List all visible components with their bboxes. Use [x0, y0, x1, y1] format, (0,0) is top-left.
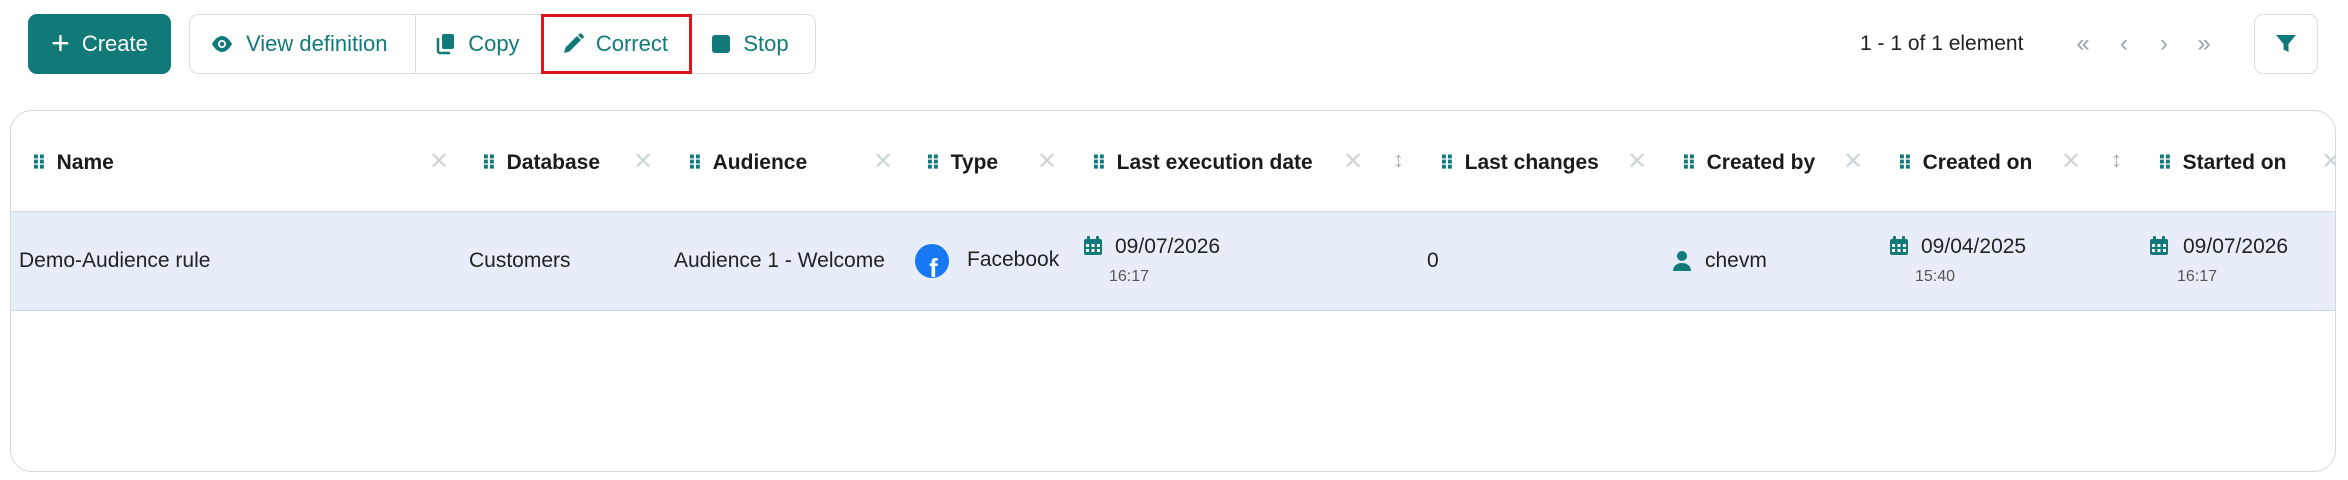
rules-table: ⠿ Name ✕ ⠿ Database ✕ ⠿ Audience ✕ ⠿ Typ…: [10, 110, 2336, 472]
drag-handle-icon[interactable]: ⠿: [481, 151, 497, 176]
cell-created-by: chevm: [1705, 249, 1767, 272]
drag-handle-icon[interactable]: ⠿: [1091, 151, 1107, 176]
previous-page-icon[interactable]: ‹: [2108, 28, 2140, 60]
stop-button[interactable]: Stop: [691, 15, 815, 73]
filter-button[interactable]: [2254, 14, 2318, 74]
create-button-label: Create: [81, 31, 148, 56]
table-row[interactable]: Demo-Audience rule Customers Audience 1 …: [11, 212, 2335, 311]
cell-audience: Audience 1 - Welcome: [674, 249, 885, 272]
drag-handle-icon[interactable]: ⠿: [687, 151, 703, 176]
drag-handle-icon[interactable]: ⠿: [1439, 151, 1455, 176]
column-header-created-by[interactable]: ⠿ Created by: [1681, 149, 1815, 177]
column-clear-icon[interactable]: ✕: [873, 147, 893, 176]
pencil-icon: [563, 33, 584, 53]
cell-database: Customers: [469, 249, 571, 272]
calendar-icon: [2150, 236, 2168, 255]
facebook-icon: f: [915, 244, 949, 278]
cell-last-execution-time: 16:17: [1109, 268, 1150, 285]
column-clear-icon[interactable]: ✕: [429, 147, 449, 176]
view-definition-label: View definition: [246, 31, 388, 56]
filter-icon: [2276, 35, 2296, 52]
drag-handle-icon[interactable]: ⠿: [925, 151, 941, 176]
column-header-audience[interactable]: ⠿ Audience: [687, 149, 807, 177]
column-header-name[interactable]: ⠿ Name: [31, 149, 114, 177]
cell-type: Facebook: [967, 248, 1060, 271]
cell-started-on-time: 16:17: [2177, 268, 2218, 285]
column-clear-icon[interactable]: ✕: [633, 147, 653, 176]
copy-label: Copy: [468, 31, 520, 56]
column-clear-icon[interactable]: ✕: [1843, 147, 1863, 176]
next-page-icon[interactable]: ›: [2148, 28, 2180, 60]
table-header: ⠿ Name ✕ ⠿ Database ✕ ⠿ Audience ✕ ⠿ Typ…: [11, 111, 2335, 212]
column-clear-icon[interactable]: ✕: [1343, 147, 1363, 176]
view-definition-button[interactable]: View definition: [190, 15, 417, 73]
column-clear-icon[interactable]: ✕: [1627, 147, 1647, 176]
drag-handle-icon[interactable]: ⠿: [1681, 151, 1697, 176]
calendar-icon: [1890, 236, 1908, 255]
drag-handle-icon[interactable]: ⠿: [31, 151, 47, 176]
column-header-last-execution-date[interactable]: ⠿ Last execution date: [1091, 149, 1313, 177]
sort-icon[interactable]: ↕: [1393, 147, 1404, 173]
copy-icon: [436, 34, 455, 55]
user-icon: [1673, 251, 1691, 271]
column-header-last-changes[interactable]: ⠿ Last changes: [1439, 149, 1599, 177]
column-clear-icon[interactable]: ✕: [2321, 147, 2335, 176]
create-button[interactable]: + Create: [28, 14, 171, 74]
sort-icon[interactable]: ↕: [2111, 147, 2122, 173]
copy-button[interactable]: Copy: [416, 15, 542, 73]
column-clear-icon[interactable]: ✕: [1037, 147, 1057, 176]
eye-icon: [212, 36, 232, 52]
stop-icon: [712, 35, 731, 53]
drag-handle-icon[interactable]: ⠿: [2157, 151, 2173, 176]
column-header-started-on[interactable]: ⠿ Started on: [2157, 149, 2286, 177]
cell-last-changes: 0: [1427, 249, 1439, 272]
cell-last-execution-date: 09/07/2026: [1115, 235, 1221, 258]
last-page-icon[interactable]: »: [2188, 28, 2220, 60]
cell-created-on-time: 15:40: [1915, 268, 1956, 285]
drag-handle-icon[interactable]: ⠿: [1897, 151, 1913, 176]
column-header-type[interactable]: ⠿ Type: [925, 149, 998, 177]
cell-started-on-date: 09/07/2026: [2183, 235, 2289, 258]
pagination-summary: 1 - 1 of 1 element: [1860, 32, 2024, 55]
action-button-group: View definition Copy Correct Stop: [189, 14, 816, 74]
first-page-icon[interactable]: «: [2067, 28, 2099, 60]
correct-label: Correct: [595, 31, 668, 56]
column-header-created-on[interactable]: ⠿ Created on: [1897, 149, 2032, 177]
column-clear-icon[interactable]: ✕: [2061, 147, 2081, 176]
plus-icon: +: [51, 24, 70, 61]
calendar-icon: [1084, 236, 1102, 255]
cell-created-on-date: 09/04/2025: [1921, 235, 2027, 258]
cell-name: Demo-Audience rule: [19, 249, 211, 272]
stop-label: Stop: [743, 31, 789, 56]
correct-button[interactable]: Correct: [540, 14, 693, 74]
toolbar: + Create View definition Copy Correct St…: [0, 0, 2348, 100]
column-header-database[interactable]: ⠿ Database: [481, 149, 600, 177]
